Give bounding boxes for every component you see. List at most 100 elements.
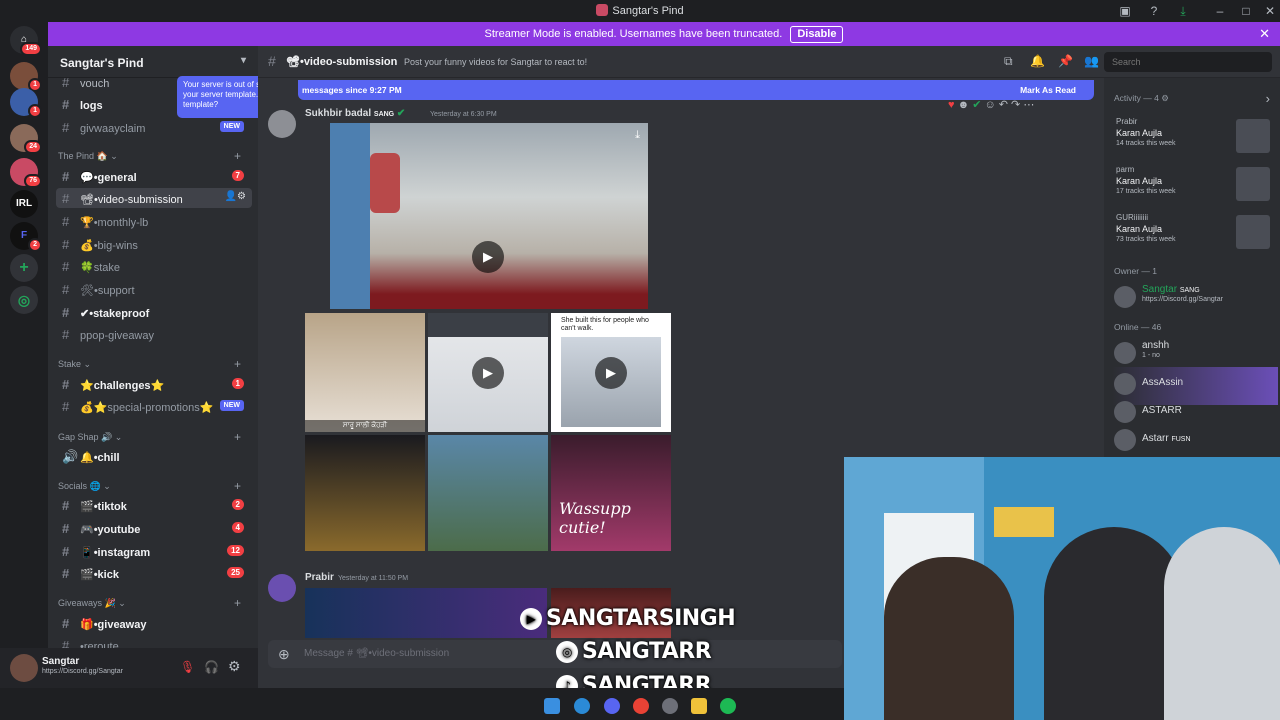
avatar[interactable] — [10, 654, 38, 682]
channel-kick[interactable]: # 🎬•kick 25 — [56, 563, 252, 583]
close-banner-icon[interactable]: ✕ — [1259, 22, 1270, 46]
channel-monthly-lb[interactable]: # 🏆•monthly-lb — [56, 211, 252, 231]
search-input[interactable] — [1104, 52, 1272, 72]
message-composer[interactable]: ⊕ Message # 📽•video-submission — [268, 640, 842, 668]
image-attachment[interactable]: ਸਾਰੂ ਸਾਲੀ ਕੋਹੜੀ — [305, 313, 425, 432]
new-messages-bar[interactable]: messages since 9:27 PM Mark As Read — [298, 80, 1094, 100]
channel-chill[interactable]: 🔊 🔔•chill — [56, 446, 252, 466]
settings-icon[interactable] — [662, 698, 678, 714]
help-icon[interactable]: ? — [1146, 3, 1162, 19]
play-icon[interactable]: ▶ — [472, 357, 504, 389]
channel-givwaway[interactable]: # givwaayclaim NEW — [56, 117, 252, 137]
channel-ppop-giveaway[interactable]: # ppop-giveaway — [56, 324, 252, 344]
add-attachment-icon[interactable]: ⊕ — [278, 640, 290, 668]
mark-as-read-button[interactable]: Mark As Read — [1020, 80, 1076, 100]
activity-item[interactable]: GURiiiiiiii Karan Aujla 73 tracks this wee… — [1110, 211, 1276, 255]
member-owner[interactable]: Sangtar SANG https://Discord.gg/Sangtar — [1112, 280, 1278, 318]
tiktok-handle: SANGTARR — [582, 673, 712, 688]
server-icon-1[interactable]: 1 — [10, 62, 42, 92]
gear-icon[interactable]: 👤⚙ — [225, 191, 246, 202]
members-icon[interactable]: 👥 — [1084, 54, 1099, 68]
server-icon-sangtar[interactable]: 76 — [10, 158, 42, 188]
category-gap-shap[interactable]: Gap Shap 🔊 ⌄ + — [58, 430, 241, 444]
channel-instagram[interactable]: # 📱•instagram 12 — [56, 541, 252, 561]
channel-youtube[interactable]: # 🎮•youtube 4 — [56, 518, 252, 538]
discord-home-icon[interactable]: ⌂ 149 — [10, 26, 42, 56]
pin-icon[interactable]: 📌 — [1058, 54, 1073, 68]
spotify-icon[interactable] — [720, 698, 736, 714]
maximize-icon[interactable]: □ — [1238, 3, 1254, 19]
add-channel-icon[interactable]: + — [234, 357, 241, 371]
message-author[interactable]: Sukhbir badal SANG ✔ — [305, 108, 405, 119]
disable-button[interactable]: Disable — [790, 26, 844, 43]
bell-icon[interactable]: 🔔 — [1030, 54, 1045, 68]
explore-icon[interactable]: ◎ — [10, 286, 38, 314]
download-icon[interactable]: ⤓ — [635, 129, 640, 142]
video-attachment[interactable] — [428, 435, 548, 551]
server-icon-irl[interactable]: IRL — [10, 190, 38, 218]
category-giveaways[interactable]: Giveaways 🎉 ⌄ + — [58, 596, 241, 610]
avatar — [1114, 401, 1136, 423]
video-attachment[interactable]: ▶ — [428, 313, 548, 432]
settings-gear-icon[interactable]: ⚙ — [228, 658, 241, 675]
channel-stakeproof[interactable]: # ✔•stakeproof — [56, 302, 252, 322]
windows-start-icon[interactable] — [544, 698, 560, 714]
channel-general[interactable]: # 💬•general 7 — [56, 166, 252, 186]
channel-challenges[interactable]: # ⭐challenges⭐ 1 — [56, 374, 252, 394]
file-explorer-icon[interactable] — [691, 698, 707, 714]
video-attachment[interactable]: Wassupp cutie! — [551, 435, 671, 551]
category-socials[interactable]: Socials 🌐 ⌄ + — [58, 479, 241, 493]
hash-icon: # — [62, 191, 70, 206]
add-channel-icon[interactable]: + — [234, 149, 241, 163]
server-icon-3[interactable]: 24 — [10, 124, 42, 154]
play-icon[interactable]: ▶ — [472, 241, 504, 273]
close-window-icon[interactable]: ✕ — [1262, 3, 1278, 19]
channel-tiktok[interactable]: # 🎬•tiktok 2 — [56, 495, 252, 515]
activity-item[interactable]: Prabir Karan Aujla 14 tracks this week — [1110, 115, 1276, 159]
play-icon[interactable]: ▶ — [595, 357, 627, 389]
channel-special-promotions[interactable]: # 💰⭐special-promotions⭐ NEW — [56, 396, 252, 416]
avatar[interactable] — [268, 110, 296, 138]
channel-topic[interactable]: Post your funny videos for Sangtar to re… — [404, 57, 587, 67]
activity-item[interactable]: parm Karan Aujla 17 tracks this week — [1110, 163, 1276, 207]
channel-stake[interactable]: # 🍀stake — [56, 256, 252, 276]
check-icon[interactable]: ✔ — [972, 99, 981, 111]
add-server-icon[interactable]: + — [10, 254, 38, 282]
add-channel-icon[interactable]: + — [234, 430, 241, 444]
download-icon[interactable]: ⤓ — [1175, 3, 1191, 19]
add-channel-icon[interactable]: + — [234, 596, 241, 610]
category-stake[interactable]: Stake ⌄ + — [58, 357, 241, 371]
inbox-icon[interactable]: ▣ — [1117, 3, 1133, 19]
message-actions[interactable]: ♥ ☻ ✔ ☺ ↶ ↷ ⋯ — [948, 98, 1034, 111]
heart-icon[interactable]: ♥ — [948, 99, 955, 111]
member-item[interactable]: Astarr FUSN — [1112, 423, 1278, 458]
video-attachment[interactable] — [305, 435, 425, 551]
banner-text: Streamer Mode is enabled. Usernames have… — [484, 28, 783, 40]
chrome-icon[interactable] — [633, 698, 649, 714]
server-icon-f[interactable]: F2 — [10, 222, 42, 252]
minimize-icon[interactable]: – — [1212, 3, 1228, 19]
channel-video-submission[interactable]: # 📽•video-submission 👤⚙ — [56, 188, 252, 208]
mute-icon[interactable]: 🎙 — [180, 660, 195, 674]
activity-tracks: 73 tracks this week — [1116, 236, 1176, 243]
add-channel-icon[interactable]: + — [234, 479, 241, 493]
template-sync-tooltip[interactable]: Your server is out of sync with your ser… — [177, 76, 258, 118]
server-icon-2[interactable]: 1 — [10, 88, 42, 118]
channel-giveaway[interactable]: # 🎁•giveaway — [56, 613, 252, 633]
webcam-scene — [994, 507, 1054, 537]
threads-icon[interactable]: ⧉ — [1004, 54, 1013, 69]
video-attachment[interactable]: ▶ ⤓ — [330, 123, 648, 309]
edge-icon[interactable] — [574, 698, 590, 714]
discord-icon[interactable] — [604, 698, 620, 714]
author-name: Sukhbir badal — [305, 108, 372, 119]
category-the-pind[interactable]: The Pind 🏠 ⌄ + — [58, 149, 241, 163]
avatar[interactable] — [268, 574, 296, 602]
hash-icon: # — [62, 120, 70, 135]
message-author[interactable]: Prabir — [305, 572, 334, 583]
video-attachment[interactable]: She built this for people who can't walk… — [551, 313, 671, 432]
channel-support[interactable]: # 🛠•support — [56, 279, 252, 299]
deafen-icon[interactable]: 🎧 — [204, 660, 219, 674]
video-attachment[interactable] — [305, 588, 547, 638]
channel-big-wins[interactable]: # 💰•big-wins — [56, 234, 252, 254]
chevron-right-icon[interactable]: › — [1266, 91, 1270, 106]
